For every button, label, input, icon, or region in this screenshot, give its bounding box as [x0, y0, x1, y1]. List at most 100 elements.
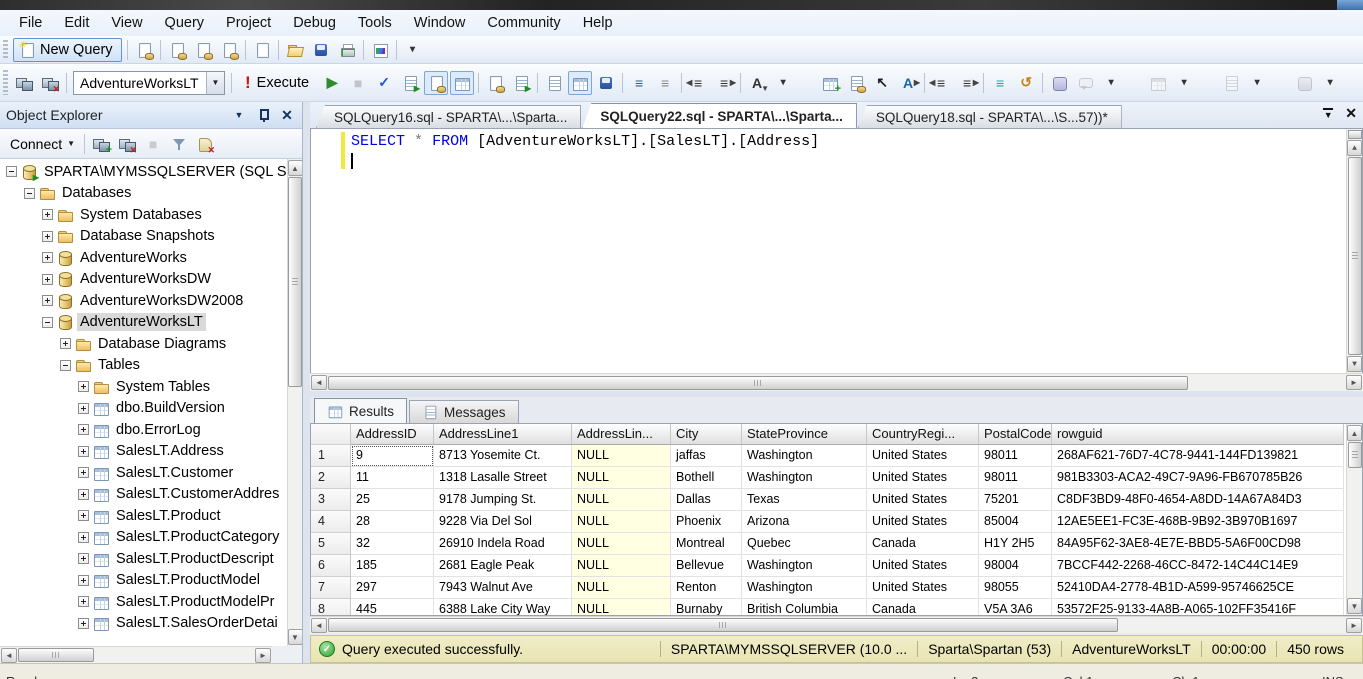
grid-cell[interactable]: Burnaby [671, 599, 742, 615]
expand-icon[interactable] [60, 338, 71, 349]
available-databases-combobox[interactable]: AdventureWorksLT▼ [73, 71, 225, 95]
tree-item-saleslt-productdescript[interactable]: SalesLT.ProductDescript [0, 548, 287, 570]
grid-cell[interactable]: jaffas [671, 445, 742, 467]
grid-cell[interactable]: United States [867, 467, 979, 489]
grid-cell[interactable]: United States [867, 577, 979, 599]
expand-icon[interactable] [78, 424, 89, 435]
tree-item-system-databases[interactable]: System Databases [0, 204, 287, 226]
oe-stop-icon[interactable]: ■ [141, 132, 165, 156]
new-file-icon[interactable] [250, 38, 274, 62]
analyze-query-dta-icon[interactable] [424, 71, 448, 95]
grid-cell[interactable]: Dallas [671, 489, 742, 511]
overflow-icon[interactable]: ▾ [1099, 71, 1123, 95]
grid-cell[interactable]: 8713 Yosemite Ct. [434, 445, 572, 467]
grid-cell[interactable]: Bothell [671, 467, 742, 489]
scroll-left-icon[interactable]: ◄ [311, 375, 327, 390]
grid-cell[interactable]: NULL [572, 533, 671, 555]
grid-cell[interactable]: 52410DA4-2778-4B1D-A599-95746625CE [1052, 577, 1344, 599]
object-explorer-vscrollbar[interactable]: ▲ ▼ [287, 159, 302, 646]
grid-cell[interactable]: 981B3303-ACA2-49C7-9A96-FB670785B26 [1052, 467, 1344, 489]
oe-connect-server-icon[interactable]: + [89, 132, 113, 156]
menu-help[interactable]: Help [572, 12, 624, 34]
grid-cell[interactable]: 11 [351, 467, 434, 489]
close-panel-icon[interactable]: ✕ [278, 107, 296, 123]
document-tab-2[interactable]: SQLQuery22.sql - SPARTA\...\Sparta... [582, 103, 857, 128]
change-connection-icon[interactable] [12, 71, 36, 95]
scroll-thumb[interactable] [1348, 442, 1362, 468]
scroll-thumb[interactable] [328, 376, 1188, 390]
row-number-cell[interactable]: 8 [311, 599, 351, 615]
sort-icon[interactable]: A▼ [745, 71, 769, 95]
grid-cell[interactable]: NULL [572, 599, 671, 615]
cancel-query-icon[interactable]: ■ [346, 71, 370, 95]
design-query-editor-icon[interactable] [450, 71, 474, 95]
expand-icon[interactable] [78, 596, 89, 607]
diagram-icon[interactable] [1219, 71, 1243, 95]
connect-button[interactable]: Connect ▼ [4, 134, 81, 154]
grid-cell[interactable]: NULL [572, 489, 671, 511]
auto-hide-pin-icon[interactable] [254, 107, 272, 123]
expand-icon[interactable] [42, 231, 53, 242]
scroll-left-icon[interactable]: ◄ [311, 618, 327, 633]
row-number-cell[interactable]: 3 [311, 489, 351, 511]
collapse-icon[interactable] [24, 188, 35, 199]
new-mdx-query-icon[interactable] [165, 38, 189, 62]
grid-cell[interactable]: 6388 Lake City Way [434, 599, 572, 615]
combo-dropdown-icon[interactable]: ▼ [206, 72, 224, 94]
increase-indent-icon[interactable]: ≡▶ [712, 71, 736, 95]
tree-item-adventureworksdw2008[interactable]: AdventureWorksDW2008 [0, 290, 287, 312]
results-to-text-icon[interactable] [542, 71, 566, 95]
column-header-postalcode[interactable]: PostalCode [979, 424, 1052, 445]
decrease-indent-icon[interactable]: ≡◀ [686, 71, 710, 95]
line-spacing-icon[interactable]: ≡ [988, 71, 1012, 95]
tree-item-adventureworksdw[interactable]: AdventureWorksDW [0, 269, 287, 291]
menu-debug[interactable]: Debug [282, 12, 347, 34]
tree-item-sparta-mymssqlserver-sql-ser[interactable]: ▶SPARTA\MYMSSQLSERVER (SQL Ser [0, 161, 287, 183]
grid-cell[interactable]: NULL [572, 467, 671, 489]
toolbar-overflow-icon[interactable]: ▾ [401, 38, 425, 62]
collapse-icon[interactable] [60, 360, 71, 371]
expand-icon[interactable] [78, 553, 89, 564]
query-designer-icon[interactable] [1146, 71, 1170, 95]
expand-icon[interactable] [78, 489, 89, 500]
results-to-file-icon[interactable] [594, 71, 618, 95]
grid-cell[interactable]: 26910 Indela Road [434, 533, 572, 555]
grid-cell[interactable]: 2681 Eagle Peak [434, 555, 572, 577]
scroll-right-icon[interactable]: ► [1346, 618, 1362, 633]
grid-cell[interactable]: V5A 3A6 [979, 599, 1052, 615]
grid-cell[interactable]: 9178 Jumping St. [434, 489, 572, 511]
grid-cell[interactable]: 53572F25-9133-4A8B-A065-102FF35416F [1052, 599, 1344, 615]
column-header-addressline1[interactable]: AddressLine1 [434, 424, 572, 445]
indent-left2-icon[interactable]: ≡◀ [929, 71, 953, 95]
tree-item-databases[interactable]: Databases [0, 183, 287, 205]
open-file-icon[interactable] [283, 38, 307, 62]
tree-item-saleslt-salesorderdetai[interactable]: SalesLT.SalesOrderDetai [0, 613, 287, 635]
grid-cell[interactable]: 98055 [979, 577, 1052, 599]
document-tab-3[interactable]: SQLQuery18.sql - SPARTA\...\S...57))* [858, 105, 1122, 128]
oe-errorlog-icon[interactable]: ✕ [193, 132, 217, 156]
grid-cell[interactable]: Phoenix [671, 511, 742, 533]
expand-icon[interactable] [78, 618, 89, 629]
row-number-cell[interactable]: 2 [311, 467, 351, 489]
undo-format-icon[interactable]: ↺ [1014, 71, 1038, 95]
tree-item-database-snapshots[interactable]: Database Snapshots [0, 226, 287, 248]
tree-item-adventureworks[interactable]: AdventureWorks [0, 247, 287, 269]
grid-cell[interactable]: Washington [742, 467, 867, 489]
estimated-execution-plan-icon[interactable]: ▶ [398, 71, 422, 95]
tree-item-saleslt-address[interactable]: SalesLT.Address [0, 441, 287, 463]
tab-messages[interactable]: Messages [409, 400, 519, 423]
scroll-thumb[interactable] [328, 618, 1118, 632]
row-number-cell[interactable]: 6 [311, 555, 351, 577]
tree-item-database-diagrams[interactable]: Database Diagrams [0, 333, 287, 355]
menu-file[interactable]: File [8, 12, 53, 34]
grid-cell[interactable]: Canada [867, 599, 979, 615]
toolbar-grip[interactable] [3, 70, 8, 96]
row-number-cell[interactable]: 7 [311, 577, 351, 599]
disconnect-icon[interactable]: ✕ [38, 71, 62, 95]
include-actual-plan-icon[interactable]: ▶ [509, 71, 533, 95]
menu-community[interactable]: Community [476, 12, 571, 34]
expand-icon[interactable] [78, 510, 89, 521]
oe-filter-icon[interactable] [167, 132, 191, 156]
editor-hscrollbar[interactable]: ◄ ► [310, 373, 1363, 391]
column-header-stateprovince[interactable]: StateProvince [742, 424, 867, 445]
